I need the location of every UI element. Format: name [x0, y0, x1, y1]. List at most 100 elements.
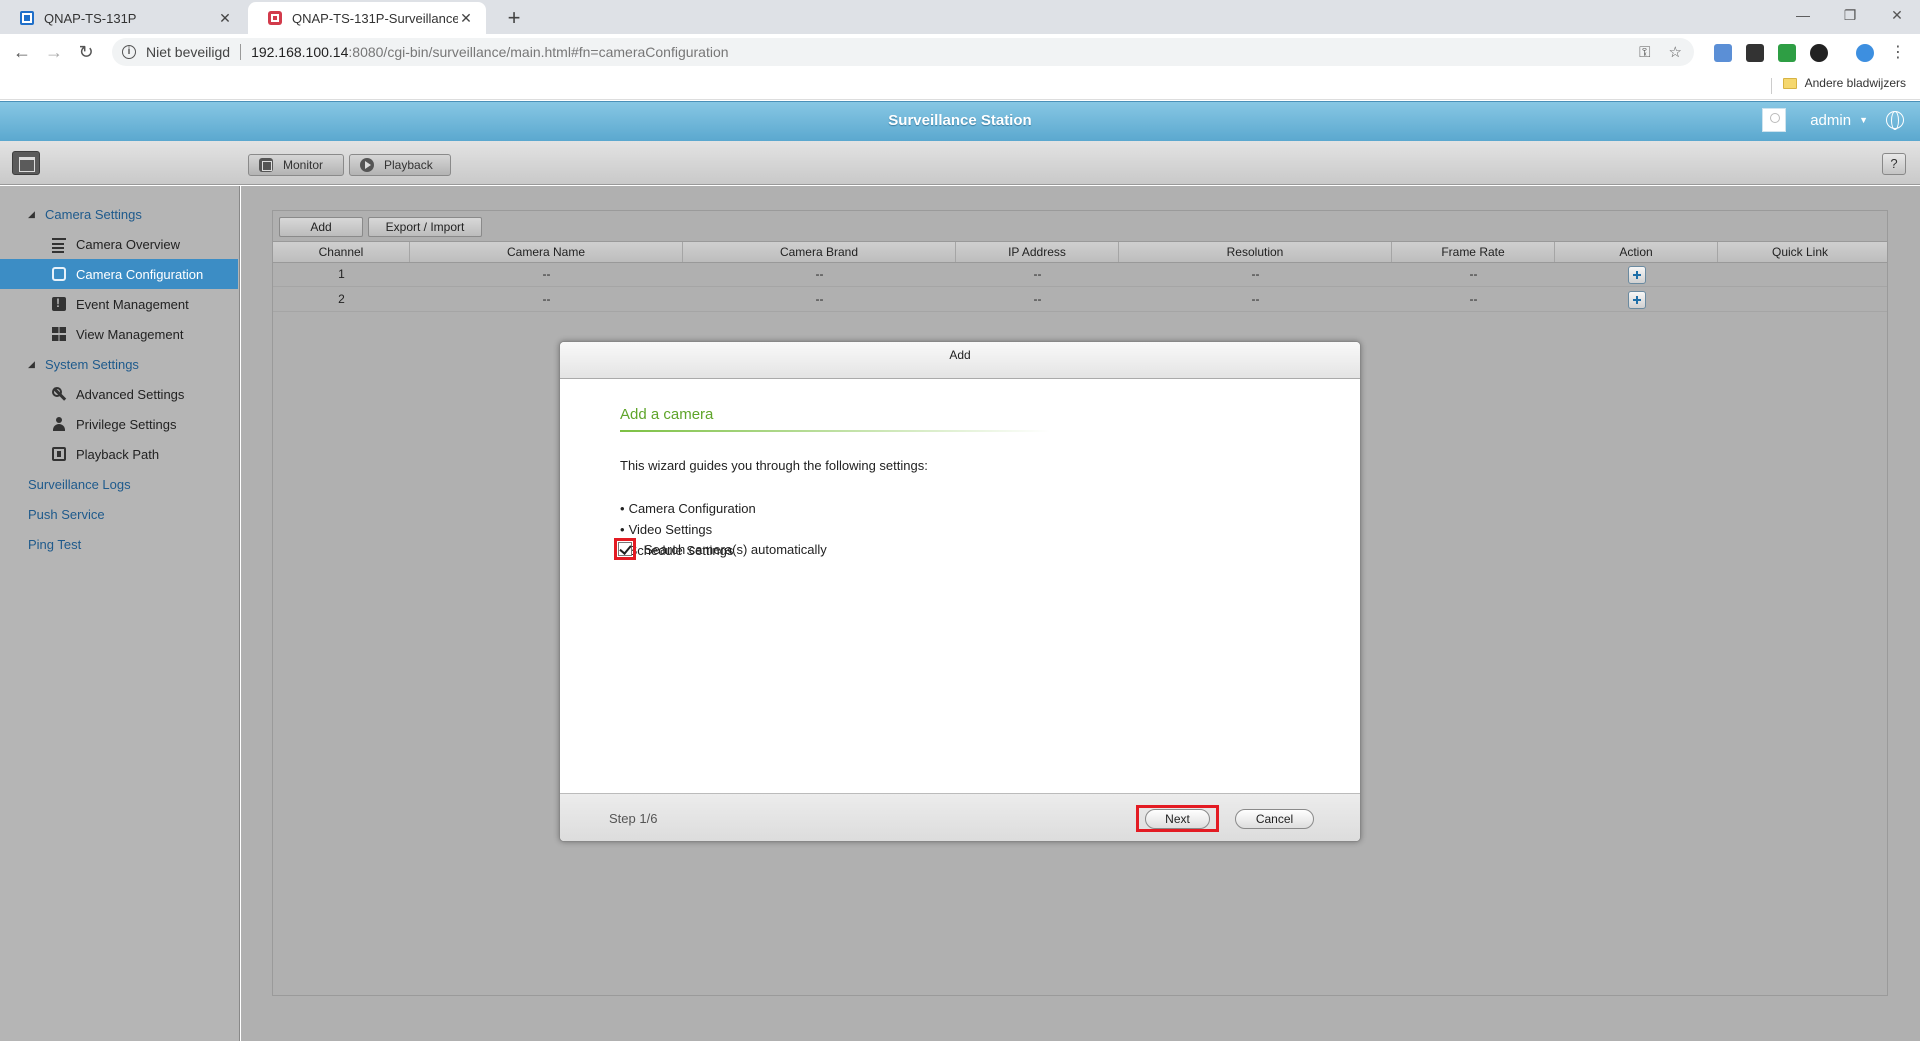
browser-menu-icon[interactable]: ⋮: [1890, 44, 1906, 62]
sidebar-item-event-management[interactable]: Event Management: [0, 289, 238, 319]
sidebar-item-label: Camera Overview: [76, 236, 181, 252]
step-indicator: Step 1/6: [609, 811, 658, 826]
globe-icon[interactable]: [1886, 111, 1904, 130]
cell-camera-name: --: [542, 292, 551, 306]
sidebar-item-advanced-settings[interactable]: Advanced Settings: [0, 379, 238, 409]
tab-close-icon[interactable]: ✕: [217, 10, 233, 27]
cell-resolution: --: [1251, 292, 1260, 306]
sidebar-item-label: Ping Test: [28, 536, 82, 552]
dialog-title: Add: [560, 342, 1360, 379]
column-header-ip-address[interactable]: IP Address: [956, 242, 1119, 262]
info-icon[interactable]: i: [122, 45, 136, 59]
sidebar-item-playback-path[interactable]: Playback Path: [0, 439, 238, 469]
sidebar-item-camera-configuration[interactable]: Camera Configuration: [0, 259, 238, 289]
column-header-resolution[interactable]: Resolution: [1119, 242, 1392, 262]
add-camera-button[interactable]: Add: [279, 217, 363, 237]
sidebar-item-privilege-settings[interactable]: Privilege Settings: [0, 409, 238, 439]
column-header-action[interactable]: Action: [1555, 242, 1718, 262]
heading-underline: [620, 430, 1050, 432]
shield-extension-icon[interactable]: [1746, 44, 1764, 62]
sidebar-item-label: Camera Configuration: [76, 266, 204, 282]
cell-camera-brand: --: [815, 292, 824, 306]
download-extension-icon[interactable]: [1778, 44, 1796, 62]
bookmark-star-icon[interactable]: ☆: [1669, 43, 1682, 61]
folder-icon: [1782, 77, 1797, 89]
browser-tab-qnap[interactable]: QNAP-TS-131P ✕: [0, 2, 245, 34]
sidebar: ◢ Camera Settings Camera Overview Camera…: [0, 186, 240, 1041]
browser-tab-surveillance[interactable]: QNAP-TS-131P-Surveillance Stati ✕: [248, 2, 486, 34]
bookmarks-divider: [1771, 78, 1772, 94]
monitor-label: Monitor: [283, 158, 324, 172]
browser-omnibar: ← → ↻ i Niet beveiligd 192.168.100.14 :8…: [0, 34, 1920, 70]
table-row[interactable]: 2 -- -- -- -- --: [273, 288, 1887, 312]
sidebar-item-ping-test[interactable]: Ping Test: [0, 529, 238, 559]
reload-icon[interactable]: ↻: [72, 38, 100, 66]
camera-table-header: Channel Camera Name Camera Brand IP Addr…: [273, 241, 1887, 263]
sidebar-toggle-button[interactable]: [12, 151, 40, 175]
column-header-frame-rate[interactable]: Frame Rate: [1392, 242, 1555, 262]
restore-icon[interactable]: ❐: [1827, 0, 1873, 30]
chevron-down-icon[interactable]: ▼: [1859, 115, 1868, 125]
cell-action: [1555, 288, 1718, 311]
app-header: Surveillance Station admin ▼: [0, 101, 1920, 141]
surveillance-favicon-icon: [268, 11, 282, 25]
sidebar-item-surveillance-logs[interactable]: Surveillance Logs: [0, 469, 238, 499]
sidebar-item-camera-overview[interactable]: Camera Overview: [0, 229, 238, 259]
cell-channel: 1: [338, 267, 345, 281]
add-plus-icon[interactable]: [1627, 266, 1646, 284]
minimize-icon[interactable]: —: [1780, 0, 1826, 30]
column-header-channel[interactable]: Channel: [273, 242, 410, 262]
next-button[interactable]: Next: [1145, 809, 1210, 829]
url-path: :8080/cgi-bin/surveillance/main.html#fn=…: [348, 44, 729, 60]
sidebar-group-label: Camera Settings: [45, 206, 142, 222]
monitor-icon: [259, 158, 273, 172]
window-close-icon[interactable]: ✕: [1874, 0, 1920, 30]
browser-tabstrip: QNAP-TS-131P ✕ QNAP-TS-131P-Surveillance…: [0, 0, 1920, 34]
new-tab-button[interactable]: +: [500, 4, 528, 32]
export-import-button[interactable]: Export / Import: [368, 217, 482, 237]
column-header-quick-link[interactable]: Quick Link: [1718, 242, 1882, 262]
url-actions: ⚿ ☆: [1639, 38, 1682, 66]
cell-ip-address: --: [1033, 267, 1042, 281]
collapse-triangle-icon[interactable]: ◢: [28, 209, 38, 220]
ghostery-extension-icon[interactable]: [1810, 44, 1828, 62]
profile-icon[interactable]: [1856, 44, 1874, 62]
monitor-button[interactable]: Monitor: [248, 154, 344, 176]
address-bar[interactable]: i Niet beveiligd 192.168.100.14 :8080/cg…: [112, 38, 1694, 66]
table-row[interactable]: 1 -- -- -- -- --: [273, 263, 1887, 287]
user-menu[interactable]: admin ▼: [1762, 108, 1904, 132]
view-grid-icon: [52, 327, 66, 341]
help-button[interactable]: ?: [1882, 153, 1906, 175]
auto-search-label[interactable]: Search camera(s) automatically: [644, 542, 827, 557]
key-icon[interactable]: ⚿: [1639, 44, 1650, 61]
calendar-extension-icon[interactable]: [1714, 44, 1732, 62]
sidebar-item-label: View Management: [76, 326, 184, 342]
user-icon: [52, 417, 66, 431]
sidebar-group-system-settings[interactable]: ◢ System Settings: [0, 349, 238, 379]
sidebar-group-camera-settings[interactable]: ◢ Camera Settings: [0, 199, 238, 229]
auto-search-checkbox[interactable]: [618, 542, 632, 556]
app-toolbar: Monitor Playback ?: [0, 141, 1920, 185]
cell-camera-name: --: [542, 267, 551, 281]
cancel-button[interactable]: Cancel: [1235, 809, 1314, 829]
cell-ip-address: --: [1033, 292, 1042, 306]
security-label: Niet beveiligd: [146, 44, 231, 60]
back-arrow-icon[interactable]: ←: [8, 38, 36, 66]
url-divider: [240, 44, 242, 60]
column-header-camera-brand[interactable]: Camera Brand: [683, 242, 956, 262]
add-plus-icon[interactable]: [1627, 291, 1646, 309]
dialog-body: Add a camera This wizard guides you thro…: [560, 379, 1360, 793]
avatar[interactable]: [1762, 108, 1787, 132]
tab-close-icon[interactable]: ✕: [458, 10, 474, 27]
column-header-camera-name[interactable]: Camera Name: [410, 242, 683, 262]
sidebar-item-push-service[interactable]: Push Service: [0, 499, 238, 529]
app-title: Surveillance Station: [888, 112, 1032, 129]
playback-button[interactable]: Playback: [349, 154, 451, 176]
forward-arrow-icon[interactable]: →: [40, 38, 68, 66]
sidebar-item-view-management[interactable]: View Management: [0, 319, 238, 349]
username[interactable]: admin: [1810, 112, 1851, 129]
other-bookmarks-folder[interactable]: Andere bladwijzers: [1782, 76, 1906, 90]
cell-action: [1555, 263, 1718, 286]
collapse-triangle-icon[interactable]: ◢: [28, 359, 38, 370]
add-camera-dialog: Add Add a camera This wizard guides you …: [559, 341, 1361, 842]
